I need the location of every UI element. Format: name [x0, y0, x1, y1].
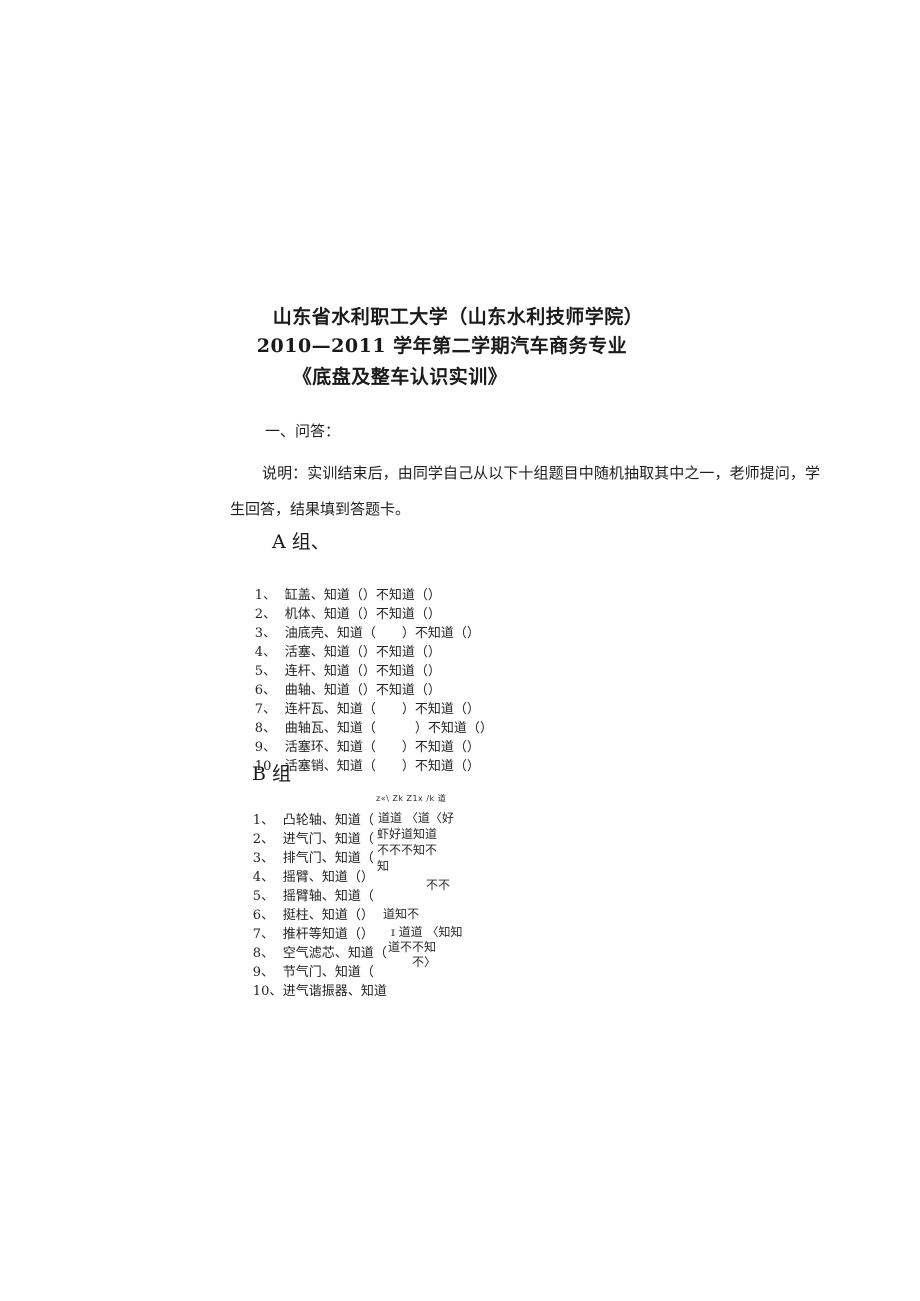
answer-know-option[interactable]: 知道 — [361, 982, 387, 1001]
answer-know-option[interactable]: 知道（ ） — [337, 700, 415, 719]
question-part-name: 排气门、 — [282, 851, 335, 866]
answer-know-option[interactable]: 知道（） — [322, 925, 374, 944]
question-part-name: 缸盖、 — [284, 588, 324, 603]
scan-artifact-text: 不不不知不 — [377, 843, 438, 857]
question-number: 1、 — [254, 588, 277, 603]
answer-know-option[interactable]: 知道（） — [324, 586, 376, 605]
answer-not-know-option[interactable]: 不知道（） — [415, 624, 480, 643]
answer-know-option[interactable]: 知道（ — [335, 963, 374, 982]
group-b-heading: B 组 — [252, 763, 292, 785]
question-number: 3、 — [254, 626, 277, 641]
answer-not-know-option[interactable]: 不知道（） — [376, 605, 441, 624]
title-line-term: 2010—2011 学年第二学期汽车商务专业 — [256, 335, 628, 357]
question-number: 2、 — [252, 832, 275, 847]
question-part-name: 进气门、 — [282, 832, 335, 847]
question-part-name: 空气滤芯、 — [282, 946, 348, 961]
answer-know-option[interactable]: 知道（） — [324, 605, 376, 624]
question-number: 5、 — [254, 664, 277, 679]
group-a-question-list: 1、 缸盖、知道（）不知道（） 2、 机体、知道（）不知道（） 3、 油底壳、知道（ … — [230, 567, 493, 774]
question-number: 9、 — [252, 965, 275, 980]
question-row: 1、 凸轮轴、知道（ — [228, 792, 387, 828]
question-part-name: 活塞销、 — [284, 759, 337, 774]
question-number: 9、 — [254, 740, 277, 755]
answer-not-know-option[interactable]: 不知道（） — [415, 738, 480, 757]
answer-know-option[interactable]: 知道（ ） — [337, 719, 428, 738]
answer-not-know-option[interactable]: 不知道（） — [376, 586, 441, 605]
answer-know-option[interactable]: 知道（ — [335, 849, 374, 868]
document-title-block: 山东省水利职工大学（山东水利技师学院） 2010—2011 学年第二学期汽车商务… — [0, 303, 920, 392]
question-number: 4、 — [252, 870, 275, 885]
question-part-name: 油底壳、 — [284, 626, 337, 641]
question-part-name: 活塞、 — [284, 645, 324, 660]
scan-artifact-text: 知 — [377, 859, 390, 873]
group-a-heading: A 组、 — [272, 531, 330, 553]
answer-know-option[interactable]: 知道（） — [324, 643, 376, 662]
scan-artifact-text: 道道 〈道〈好 — [378, 811, 454, 825]
answer-know-option[interactable]: 知道（ ） — [337, 757, 415, 776]
question-part-name: 机体、 — [284, 607, 324, 622]
question-number: 2、 — [254, 607, 277, 622]
answer-know-option[interactable]: 知道（） — [322, 868, 374, 887]
answer-not-know-option[interactable]: 不知道（） — [376, 681, 441, 700]
question-number: 6、 — [254, 683, 277, 698]
answer-know-option[interactable]: 知道（ ） — [337, 624, 415, 643]
question-number: 5、 — [252, 889, 275, 904]
answer-not-know-option[interactable]: 不知道（） — [415, 757, 480, 776]
answer-not-know-option[interactable]: 不知道（） — [376, 643, 441, 662]
question-number: 4、 — [254, 645, 277, 660]
answer-know-option[interactable]: 知道（ — [335, 811, 374, 830]
scan-artifact-text: 不不 — [426, 878, 451, 892]
answer-know-option[interactable]: 知道（ — [335, 830, 374, 849]
answer-know-option[interactable]: 知道（ — [335, 887, 374, 906]
scan-artifact-text: z«\ Zk Z1x /k 道 — [376, 794, 447, 803]
question-part-name: 挺柱、 — [282, 908, 322, 923]
scan-artifact-text: 虾好道知道 — [377, 827, 438, 841]
answer-know-option[interactable]: 知道（ ） — [337, 738, 415, 757]
scan-artifact-text: 道不不知 — [388, 940, 437, 954]
question-part-name: 连杆、 — [284, 664, 324, 679]
question-part-name: 连杆瓦、 — [284, 702, 337, 717]
question-number: 7、 — [252, 927, 275, 942]
title-line-course: 《底盘及整车认识实训》 — [292, 366, 508, 388]
question-part-name: 进气谐振器、 — [282, 984, 361, 999]
question-part-name: 曲轴、 — [284, 683, 324, 698]
group-b-question-list: 1、 凸轮轴、知道（ 2、 进气门、知道（ 3、 排气门、知道（ 4、 摇臂、知道（） … — [228, 792, 387, 999]
question-part-name: 曲轴瓦、 — [284, 721, 337, 736]
question-number: 8、 — [254, 721, 277, 736]
question-part-name: 活塞环、 — [284, 740, 337, 755]
title-line-institution: 山东省水利职工大学（山东水利技师学院） — [272, 306, 644, 328]
question-number: 7、 — [254, 702, 277, 717]
question-number: 3、 — [252, 851, 275, 866]
question-number: 1、 — [252, 813, 275, 828]
answer-not-know-option[interactable]: 不知道（） — [428, 719, 493, 738]
question-number: 10、 — [252, 984, 283, 999]
answer-know-option[interactable]: 知道（） — [322, 906, 374, 925]
question-part-name: 摇臂、 — [282, 870, 322, 885]
question-row: 1、 缸盖、知道（）不知道（） — [230, 567, 493, 603]
question-part-name: 摇臂轴、 — [282, 889, 335, 904]
scan-artifact-text: 不〉 — [412, 955, 437, 969]
question-part-name: 凸轮轴、 — [282, 813, 335, 828]
answer-know-option[interactable]: 知道（） — [324, 681, 376, 700]
question-part-name: 推杆等 — [282, 927, 322, 942]
question-part-name: 节气门、 — [282, 965, 335, 980]
scan-artifact-text: ɪ 道道 〈知知 — [391, 925, 463, 939]
section-label-qa: 一、问答： — [265, 422, 341, 440]
question-number: 8、 — [252, 946, 275, 961]
answer-know-option[interactable]: 知道（） — [324, 662, 376, 681]
scan-artifact-text: 道知不 — [383, 907, 420, 921]
instruction-paragraph: 说明：实训结束后，由同学自己从以下十组题目中随机抽取其中之一，老师提问，学生回答… — [230, 464, 820, 518]
answer-not-know-option[interactable]: 不知道（） — [376, 662, 441, 681]
document-page: 山东省水利职工大学（山东水利技师学院） 2010—2011 学年第二学期汽车商务… — [0, 0, 920, 1301]
answer-not-know-option[interactable]: 不知道（） — [415, 700, 480, 719]
answer-know-option[interactable]: 知道（ — [348, 944, 387, 963]
question-number: 6、 — [252, 908, 275, 923]
